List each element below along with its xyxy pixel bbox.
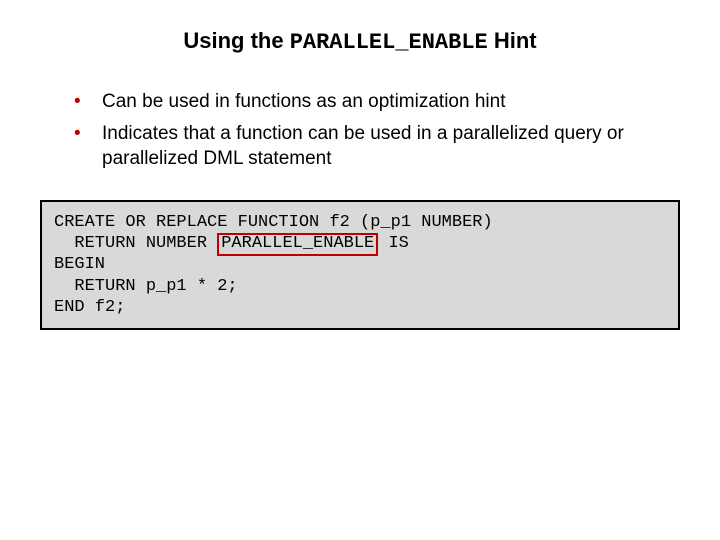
list-item: Can be used in functions as an optimizat… [70, 89, 670, 115]
title-mono: PARALLEL_ENABLE [290, 30, 488, 55]
code-line: RETURN p_p1 * 2; [54, 276, 666, 297]
code-line: CREATE OR REPLACE FUNCTION f2 (p_p1 NUMB… [54, 212, 666, 233]
title-pre: Using the [183, 28, 289, 53]
code-line2-post: IS [378, 234, 409, 253]
bullet-list: Can be used in functions as an optimizat… [40, 89, 680, 172]
code-line: END f2; [54, 297, 666, 318]
code-line: RETURN NUMBER PARALLEL_ENABLE IS [54, 233, 666, 254]
highlight-parallel-enable: PARALLEL_ENABLE [217, 233, 378, 256]
slide: Using the PARALLEL_ENABLE Hint Can be us… [0, 0, 720, 330]
code-line: BEGIN [54, 254, 666, 275]
list-item: Indicates that a function can be used in… [70, 121, 670, 172]
code-line2-pre: RETURN NUMBER [54, 234, 217, 253]
title-post: Hint [488, 28, 537, 53]
code-block: CREATE OR REPLACE FUNCTION f2 (p_p1 NUMB… [40, 200, 680, 330]
slide-title: Using the PARALLEL_ENABLE Hint [40, 28, 680, 55]
